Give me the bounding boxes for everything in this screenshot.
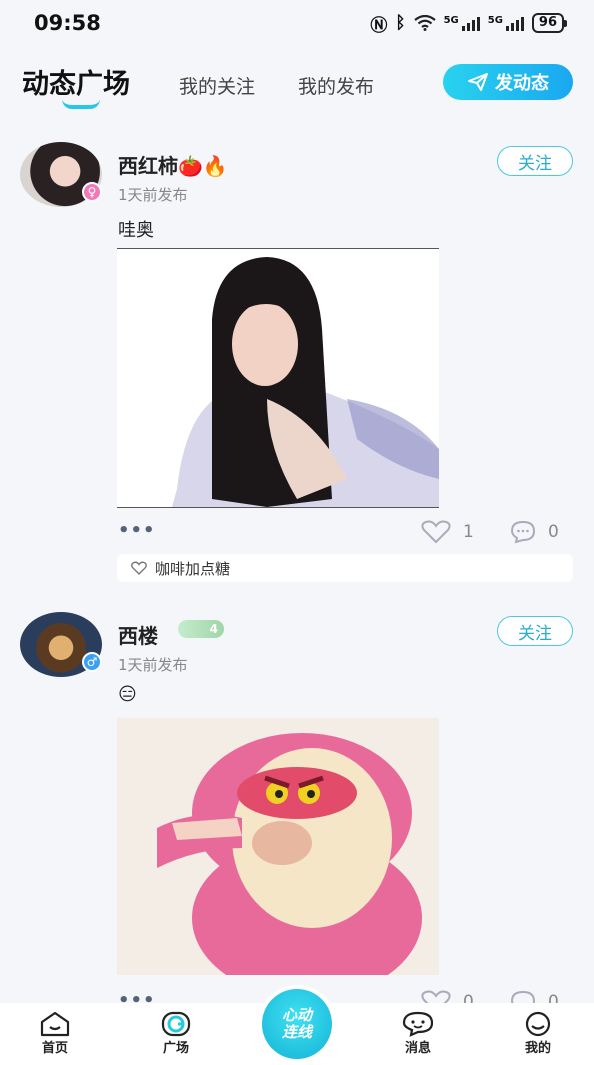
message-icon: [402, 1011, 434, 1037]
comment-count: 0: [548, 522, 559, 542]
bottom-nav: 首页 广场 心动 连线 消息 我的: [0, 985, 594, 1065]
username[interactable]: 西楼: [118, 620, 158, 649]
username[interactable]: 西红柿🍅🔥: [118, 150, 228, 179]
follow-button[interactable]: 关注: [497, 146, 573, 176]
header-tabs: 动态广场 我的关注 我的发布 发动态: [0, 52, 594, 114]
nav-home-label: 首页: [41, 1041, 68, 1056]
nav-center-line2: 连线: [281, 1023, 312, 1041]
nav-square[interactable]: 广场: [146, 1011, 206, 1056]
like-stat[interactable]: 1: [421, 520, 474, 544]
post-card: ♀ 西红柿🍅🔥 1天前发布 关注 哇奥 ••• 1 0 咖啡加点糖: [0, 142, 594, 592]
new-post-label: 发动态: [495, 73, 549, 94]
nfc-icon: Ⓝ: [370, 15, 388, 36]
post-photo[interactable]: [117, 718, 439, 975]
tab-my-posts[interactable]: 我的发布: [298, 72, 374, 99]
nav-messages[interactable]: 消息: [388, 1011, 448, 1056]
square-icon: [161, 1011, 191, 1037]
male-gender-icon: ♂: [82, 652, 102, 672]
post-time: 1天前发布: [118, 656, 188, 674]
wifi-icon: [413, 15, 436, 31]
send-icon: [468, 73, 488, 91]
level-badge: 4: [178, 620, 224, 638]
comment-icon: [510, 520, 536, 544]
post-content: 😑: [118, 684, 137, 705]
level-value: 4: [209, 622, 218, 636]
female-gender-icon: ♀: [82, 182, 102, 202]
comment-stat[interactable]: 0: [510, 520, 559, 544]
signal-icon-1: 5G: [444, 15, 480, 31]
nav-square-label: 广场: [162, 1041, 189, 1056]
home-icon: [40, 1011, 70, 1037]
heart-icon: [421, 520, 451, 544]
profile-icon: [525, 1011, 551, 1037]
signal-icon-2: 5G: [488, 15, 524, 31]
nav-match[interactable]: 心动 连线: [258, 985, 336, 1063]
nav-me-label: 我的: [524, 1041, 551, 1056]
comment-preview-text: 咖啡加点糖: [155, 559, 231, 578]
post-content: 哇奥: [118, 220, 154, 241]
post-time: 1天前发布: [118, 186, 188, 204]
post-card: ♂ 西楼 4 1天前发布 关注 😑 ••• 0 0: [0, 612, 594, 1014]
status-icons: Ⓝ ᛒ 5G 5G 96: [370, 11, 568, 36]
more-options-icon[interactable]: •••: [118, 520, 156, 541]
nav-me[interactable]: 我的: [508, 1011, 568, 1056]
nav-home[interactable]: 首页: [25, 1011, 85, 1056]
comment-preview[interactable]: 咖啡加点糖: [117, 554, 573, 582]
heart-outline-icon: [131, 561, 147, 575]
tab-active-indicator: [62, 99, 100, 109]
status-bar: 09:58 Ⓝ ᛒ 5G 5G 96: [0, 0, 594, 46]
match-icon: 心动 连线: [262, 989, 332, 1059]
battery-icon: 96: [531, 13, 568, 33]
status-time: 09:58: [34, 11, 101, 35]
bluetooth-icon: ᛒ: [395, 13, 406, 33]
nav-messages-label: 消息: [404, 1041, 431, 1056]
new-post-button[interactable]: 发动态: [443, 64, 573, 100]
post-photo[interactable]: [117, 248, 439, 508]
nav-center-line1: 心动: [281, 1006, 312, 1024]
like-count: 1: [463, 522, 474, 542]
tab-following[interactable]: 我的关注: [179, 72, 255, 99]
tab-square[interactable]: 动态广场: [22, 62, 130, 101]
follow-button[interactable]: 关注: [497, 616, 573, 646]
